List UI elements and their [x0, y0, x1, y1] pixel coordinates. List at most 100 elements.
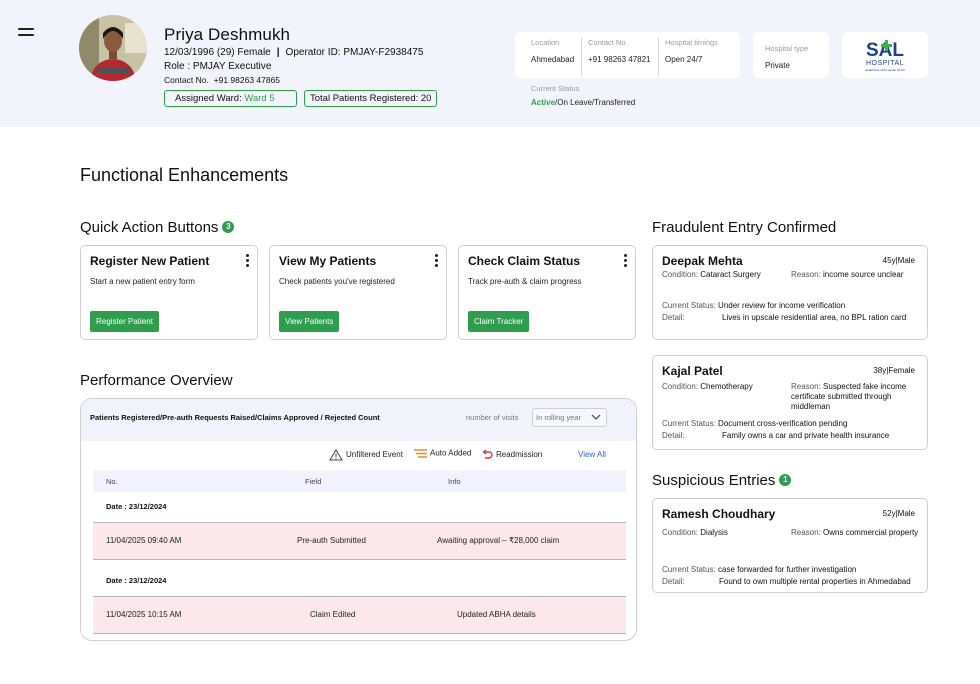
status-value: Document cross-verification pending [718, 419, 848, 428]
profile-operator-id: Operator ID: PMJAY-F2938475 [285, 47, 424, 58]
location-value: Ahmedabad [531, 55, 575, 64]
detail-value: Found to own multiple rental properties … [719, 577, 911, 586]
performance-panel-title: Patients Registered/Pre-auth Requests Ra… [90, 413, 380, 422]
divider [581, 38, 582, 76]
suspicious-heading: Suspicious Entries 1 [652, 472, 792, 489]
auto-added-lines-icon [414, 449, 427, 458]
entry-detail: Detail: [662, 577, 685, 586]
assigned-ward-value: Ward 5 [244, 93, 275, 104]
logo-sub: HOSPITAL [866, 60, 904, 67]
quick-actions-count-badge: 3 [222, 221, 235, 234]
profile-contact-value: +91 98263 47865 [213, 75, 281, 85]
profile-name: Priya Deshmukh [164, 25, 291, 44]
detail-label: Detail: [662, 313, 685, 322]
timings-cell: Hospital timings Open 24/7 [665, 38, 718, 64]
entry-detail: Detail: [662, 313, 685, 322]
table-row[interactable]: 11/04/2025 10:15 AM Claim Edited Updated… [93, 596, 626, 634]
entry-status: Current Status: Under review for income … [662, 301, 845, 310]
profile-contact-label: Contact No. [164, 75, 209, 85]
hospital-info-card: Location Ahmedabad Contact No. +91 98263… [515, 32, 740, 78]
claim-tracker-button[interactable]: Claim Tracker [468, 311, 530, 332]
more-vertical-icon[interactable] [623, 254, 627, 267]
fraud-entry-card[interactable]: Deepak Mehta 45y|Male Condition: Catarac… [652, 245, 928, 340]
page-title: Functional Enhancements [80, 165, 289, 185]
legend-unfiltered-label: Unfiltered Event [346, 450, 403, 460]
visits-filter-select[interactable]: In rolling year [532, 408, 607, 427]
entry-condition: Condition: Cataract Surgery [662, 270, 761, 279]
fraud-entry-card[interactable]: Kajal Patel 38y|Female Condition: Chemot… [652, 355, 928, 450]
column-header: Field [305, 477, 322, 486]
entry-condition: Condition: Dialysis [662, 528, 728, 537]
total-registered-badge: Total Patients Registered: 20 [304, 90, 437, 107]
entry-name: Kajal Patel [662, 364, 723, 378]
hamburger-menu-icon[interactable] [18, 27, 34, 37]
row-time: 11/04/2025 10:15 AM [106, 610, 182, 619]
detail-value: Family owns a car and private health ins… [722, 431, 890, 440]
suspicious-entry-card[interactable]: Ramesh Choudhary 52y|Male Condition: Dia… [652, 498, 928, 593]
current-status-value: Active/On Leave/Transferred [531, 98, 635, 107]
hospital-contact-label: Contact No. [588, 38, 628, 47]
condition-label: Condition: [662, 270, 699, 279]
assigned-ward-badge: Assigned Ward: Ward 5 [164, 90, 297, 107]
entry-detail: Detail: [662, 431, 685, 440]
table-row[interactable]: 11/04/2025 09:40 AM Pre-auth Submitted A… [93, 522, 626, 560]
row-field: Pre-auth Submitted [297, 536, 366, 545]
column-header: Info [448, 477, 461, 486]
quick-action-title: View My Patients [279, 254, 377, 268]
status-rest: /On Leave/Transferred [555, 98, 636, 107]
row-info: Awaiting approval – ₹28,000 claim [437, 536, 560, 545]
visits-filter-value: In rolling year [536, 413, 582, 422]
suspicious-title: Suspicious Entries [652, 472, 776, 489]
profile-header: Priya Deshmukh 12/03/1996 (29) Female | Op… [0, 0, 980, 127]
quick-actions-title: Quick Action Buttons [80, 219, 219, 236]
status-label: Current Status: [662, 301, 716, 310]
location-cell: Location Ahmedabad [531, 38, 574, 64]
readmission-undo-icon [482, 449, 493, 459]
entry-reason: Reason: income source unclear [791, 270, 923, 280]
quick-action-card-view: View My Patients Check patients you've r… [269, 245, 447, 340]
suspicious-count-badge: 1 [779, 474, 792, 487]
more-vertical-icon[interactable] [434, 254, 438, 267]
view-patients-button[interactable]: View Patients [279, 311, 340, 332]
performance-panel: Patients Registered/Pre-auth Requests Ra… [80, 398, 637, 641]
avatar [79, 15, 147, 81]
hospital-type-card: Hospital type Private [753, 32, 829, 78]
legend-auto-added-label: Auto Added [430, 448, 472, 458]
quick-action-desc: Track pre-auth & claim progress [468, 277, 582, 286]
row-field: Claim Edited [310, 610, 356, 619]
profile-contact: Contact No. +91 98263 47865 [164, 75, 280, 85]
quick-actions-heading: Quick Action Buttons 3 [80, 219, 235, 236]
detail-label: Detail: [662, 577, 685, 586]
detail-value: Lives in upscale residential area, no BP… [722, 313, 907, 322]
quick-action-title: Check Claim Status [468, 254, 581, 268]
reason-value: income source unclear [823, 270, 904, 279]
more-vertical-icon[interactable] [245, 254, 249, 267]
profile-identity: 12/03/1996 (29) Female | Operator ID: PMJA… [164, 47, 423, 58]
quick-action-desc: Start a new patient entry form [90, 277, 195, 286]
hospital-type-cell: Hospital type Private [765, 44, 808, 70]
reason-label: Reason: [791, 270, 821, 279]
row-info: Updated ABHA details [457, 610, 536, 619]
timings-label: Hospital timings [665, 38, 718, 47]
detail-label: Detail: [662, 431, 685, 440]
entry-age-gender: 45y|Male [882, 256, 915, 265]
view-all-link[interactable]: View All [578, 450, 606, 459]
chevron-down-icon [591, 414, 601, 420]
legend-unfiltered: Unfiltered Event [329, 449, 403, 461]
performance-panel-header: Patients Registered/Pre-auth Requests Ra… [81, 399, 636, 441]
date-group-label: Date : 23/12/2024 [106, 502, 167, 511]
hospital-contact-cell: Contact No. +91 98263 47821 [588, 38, 651, 64]
entry-age-gender: 38y|Female [873, 366, 915, 375]
separator: | [276, 47, 280, 58]
register-patient-button[interactable]: Register Patient [90, 311, 159, 332]
hospital-contact-value: +91 98263 47821 [588, 55, 651, 64]
entry-reason: Reason: Owns commercial property [791, 528, 923, 538]
hospital-type-value: Private [765, 61, 790, 70]
current-status-label: Current Status [531, 84, 580, 93]
legend-readmission-label: Readmission [496, 450, 543, 460]
entry-name: Ramesh Choudhary [662, 507, 776, 521]
entry-reason: Reason: Suspected fake income certificat… [791, 382, 923, 412]
entry-condition: Condition: Chemotherapy [662, 382, 753, 391]
quick-action-title: Register New Patient [90, 254, 210, 268]
entry-age-gender: 52y|Male [882, 509, 915, 518]
